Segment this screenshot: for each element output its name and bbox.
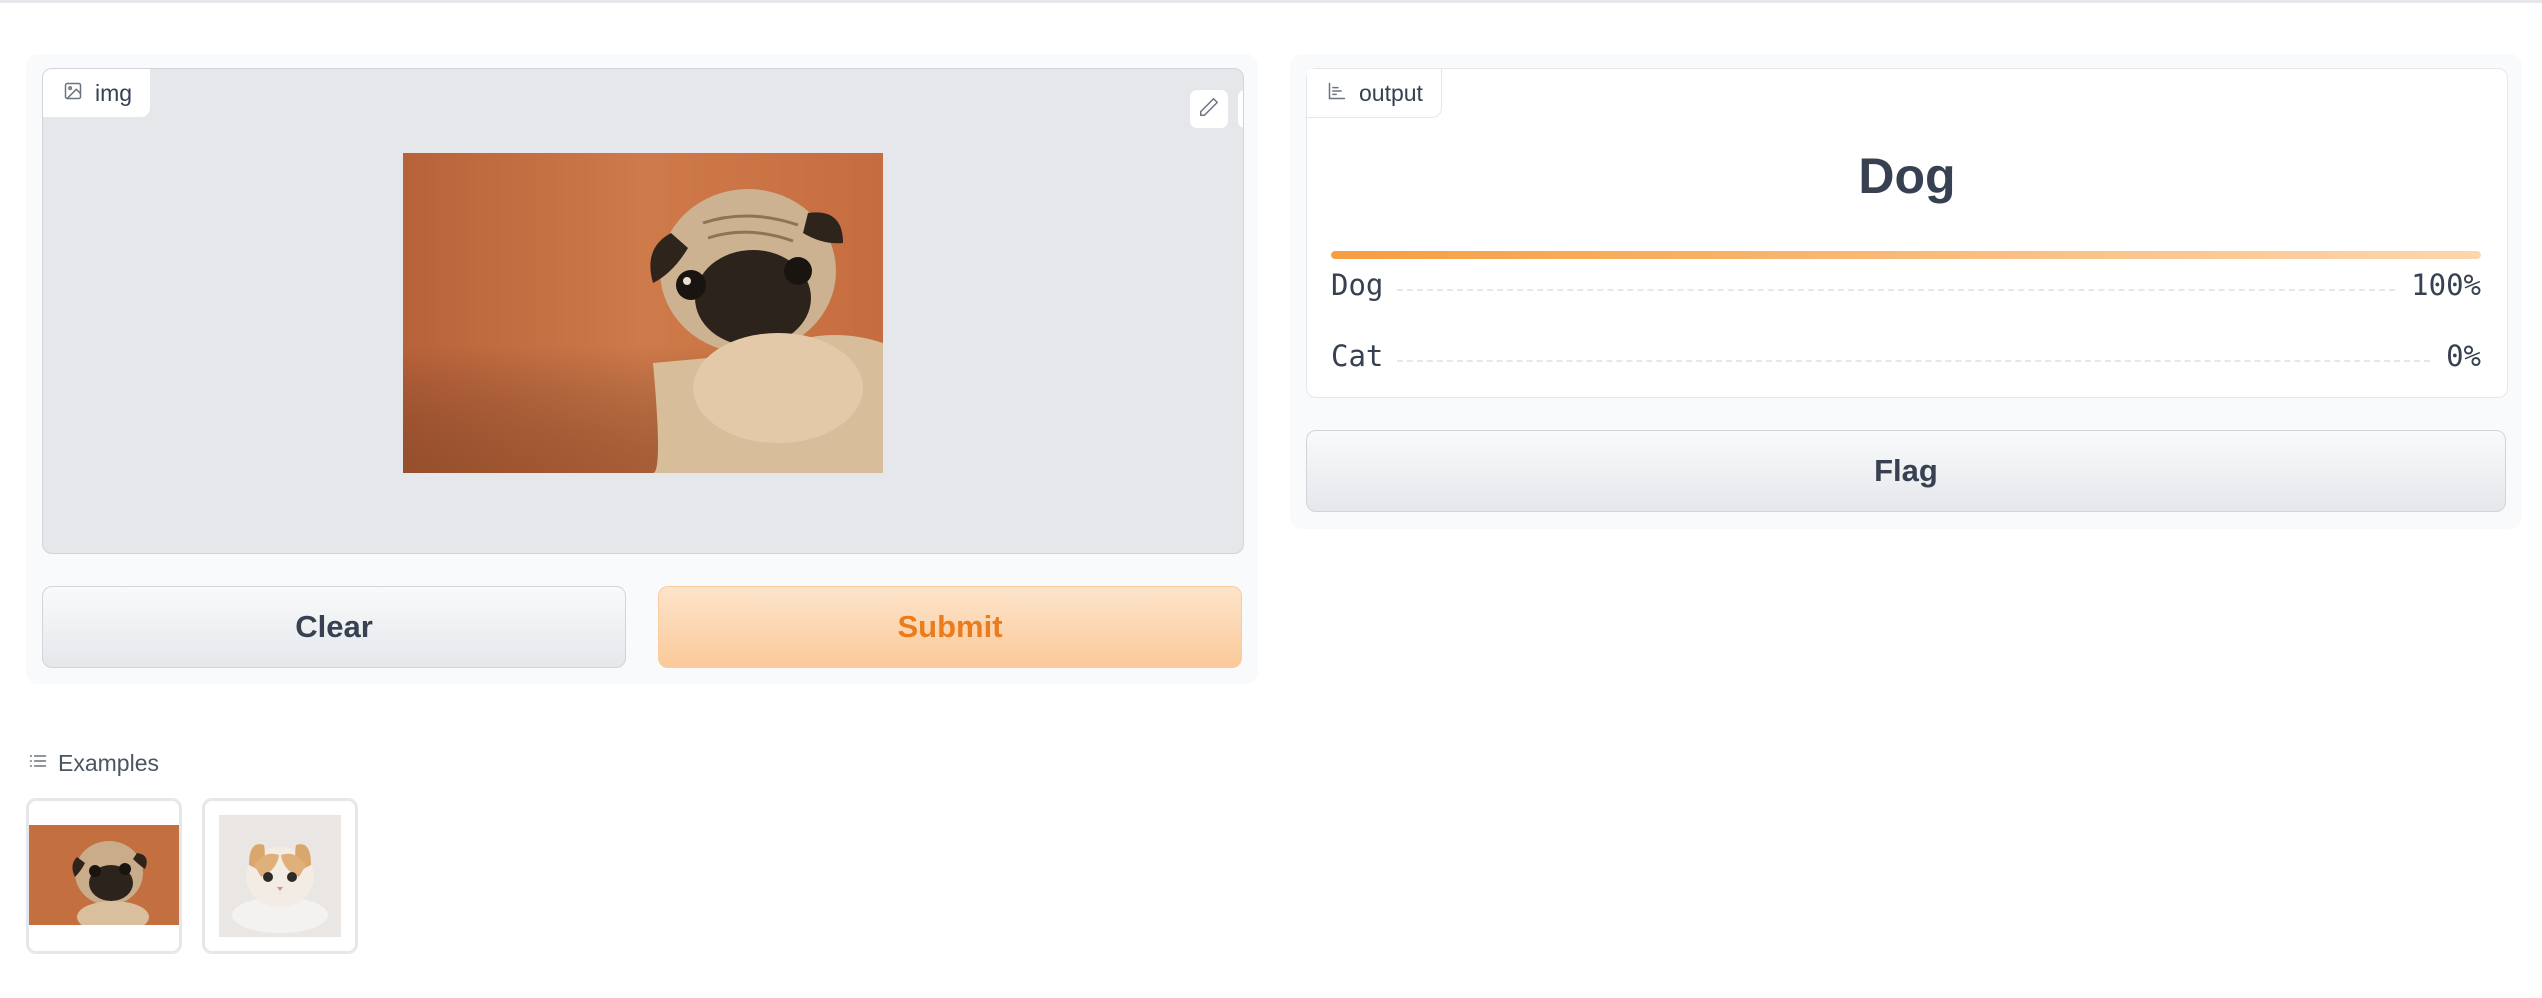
- confidence-bar-fill: [1331, 251, 2481, 259]
- dotted-leader: [1397, 289, 2396, 291]
- clear-image-button[interactable]: [1237, 89, 1243, 129]
- confidence-value: 0%: [2446, 339, 2481, 373]
- example-kitten-thumbnail: [219, 815, 341, 937]
- confidence-row-dog[interactable]: Dog 100%: [1331, 265, 2481, 305]
- input-label-text: img: [95, 79, 133, 106]
- output-label-text: output: [1359, 79, 1423, 106]
- clear-button[interactable]: Clear: [42, 586, 626, 668]
- image-icon: [63, 80, 83, 107]
- input-image: [403, 153, 883, 473]
- confidence-label: Cat: [1331, 339, 1384, 373]
- bar-chart-icon: [1327, 80, 1347, 107]
- example-pug-thumbnail: [29, 825, 179, 925]
- output-label: output: [1307, 69, 1442, 118]
- submit-button[interactable]: Submit: [658, 586, 1242, 668]
- image-input[interactable]: img: [42, 68, 1244, 554]
- confidence-label: Dog: [1331, 268, 1384, 302]
- list-icon: [28, 750, 48, 777]
- edit-button[interactable]: [1189, 89, 1229, 129]
- edit-icon: [1198, 96, 1220, 123]
- example-kitten[interactable]: [202, 798, 358, 954]
- examples-label: Examples: [58, 750, 159, 776]
- top-border: [0, 0, 2542, 3]
- flag-button[interactable]: Flag: [1306, 430, 2506, 512]
- output-panel: output Dog Dog 100% Cat 0% Flag: [1290, 54, 2522, 529]
- prediction-label: Dog: [1858, 148, 1956, 204]
- dotted-leader: [1397, 360, 2431, 362]
- examples-header: Examples: [28, 750, 159, 777]
- example-pug[interactable]: [26, 798, 182, 954]
- input-panel: img Clear Submit: [26, 54, 1258, 684]
- confidence-row-cat[interactable]: Cat 0%: [1331, 336, 2481, 376]
- confidence-value: 100%: [2411, 268, 2481, 302]
- label-output: output Dog Dog 100% Cat 0%: [1306, 68, 2508, 398]
- input-label: img: [43, 69, 152, 118]
- confidence-bar: [1331, 251, 2481, 259]
